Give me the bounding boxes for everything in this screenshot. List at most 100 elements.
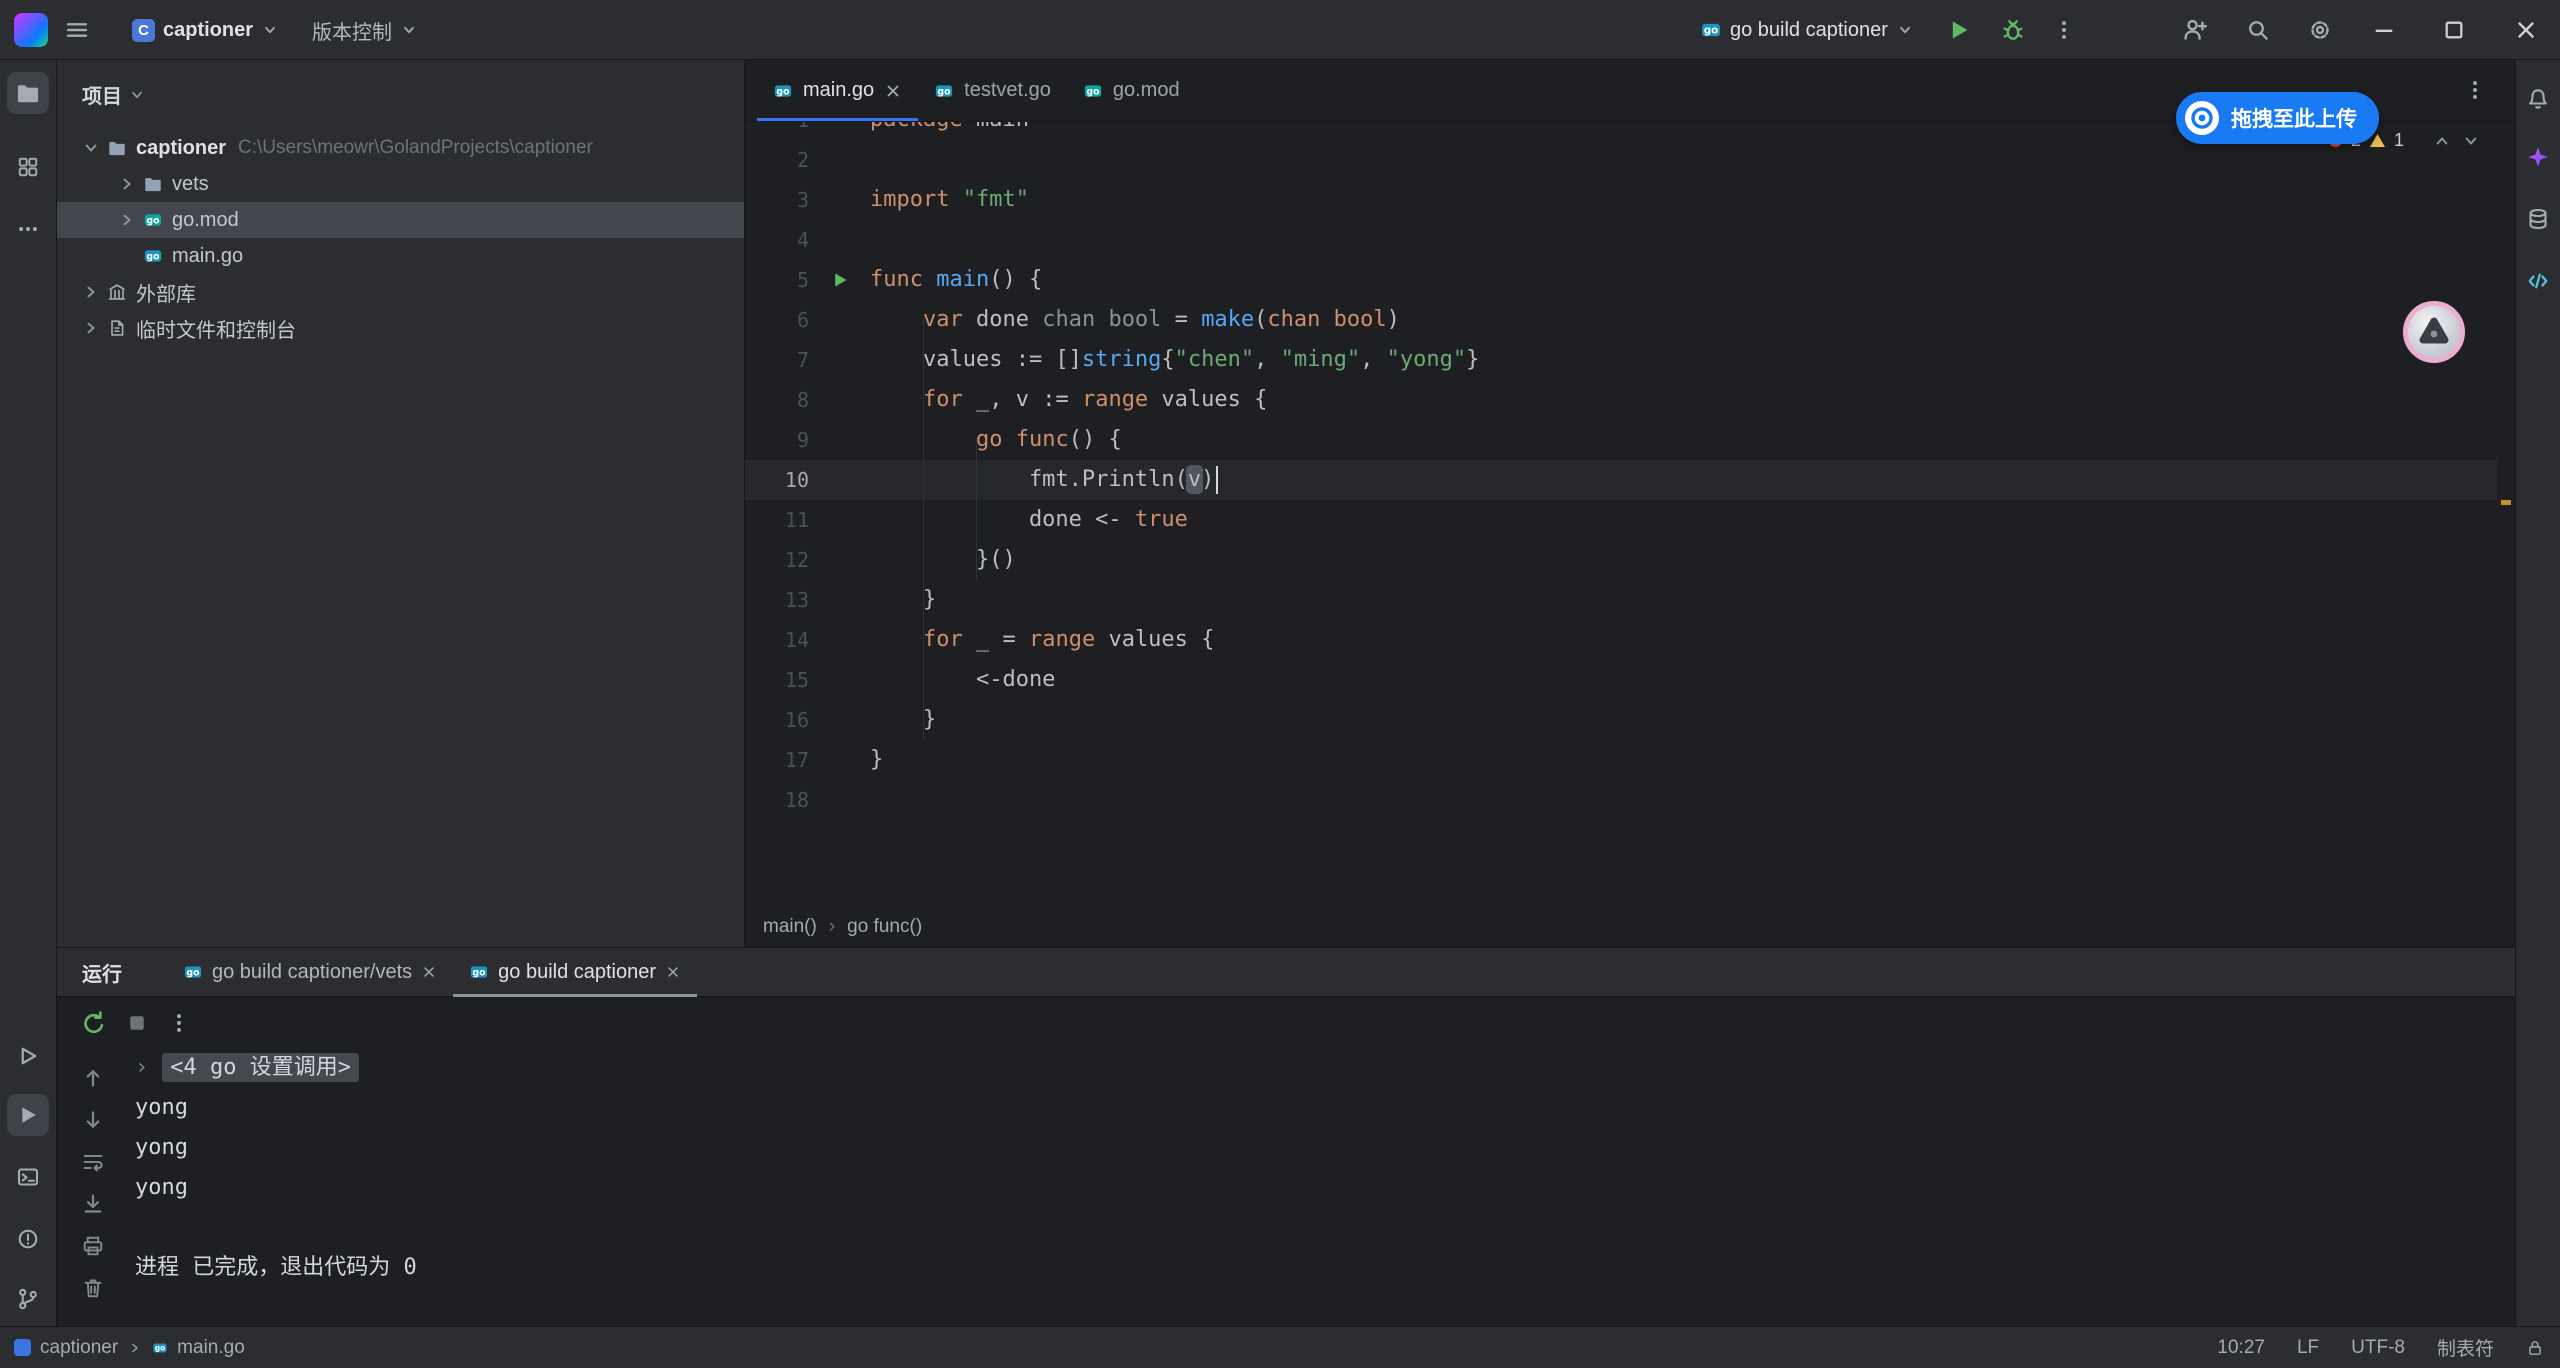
code-line-17[interactable]: 17} [745, 740, 2497, 780]
run-tab-go build captioner[interactable]: go build captioner [453, 948, 697, 997]
code-text: values := []string{"chen", "ming", "yong… [870, 340, 1479, 380]
search-everywhere-button[interactable] [2246, 12, 2270, 48]
breadcrumb-item[interactable]: go func() [847, 916, 922, 938]
code-line-13[interactable]: 13 } [745, 580, 2497, 620]
code-line-9[interactable]: 9 go func() { [745, 420, 2497, 460]
editor-tab-options-icon[interactable] [2463, 78, 2487, 102]
tab-close-icon[interactable] [665, 964, 681, 980]
code-line-8[interactable]: 8 for _, v := range values { [745, 380, 2497, 420]
project-toolbutton[interactable] [7, 72, 49, 114]
warning-stripe-mark[interactable] [2501, 500, 2511, 505]
previous-problem-icon[interactable] [2432, 131, 2452, 151]
endpoints-toolbutton[interactable] [2519, 260, 2557, 302]
clear-console-button[interactable] [81, 1276, 105, 1300]
code-line-5[interactable]: 5func main() { [745, 260, 2497, 300]
notifications-button[interactable] [2519, 78, 2557, 120]
tree-item-scratches[interactable]: 临时文件和控制台 [57, 310, 744, 346]
project-panel-header[interactable]: 项目 [82, 80, 146, 109]
code-line-3[interactable]: 3import "fmt" [745, 180, 2497, 220]
status-breadcrumb[interactable]: captioner main.go [14, 1337, 245, 1359]
rerun-button[interactable] [81, 1010, 107, 1036]
chevron-right-icon[interactable] [81, 282, 101, 302]
code-line-10[interactable]: 10 fmt.Println(v) [745, 460, 2497, 500]
code-line-2[interactable]: 2 [745, 140, 2497, 180]
next-problem-icon[interactable] [2461, 131, 2481, 151]
code-line-6[interactable]: 6 var done chan bool = make(chan bool) [745, 300, 2497, 340]
fold-toggle-icon[interactable]: › [135, 1055, 148, 1080]
maximize-button[interactable] [2441, 17, 2467, 43]
tree-item-main-go[interactable]: main.go [57, 238, 744, 274]
editor-tab-go.mod[interactable]: go.mod [1067, 60, 1196, 121]
code-line-12[interactable]: 12 }() [745, 540, 2497, 580]
project-widget[interactable]: C captioner [132, 12, 279, 48]
status-segment[interactable]: 10:27 [2217, 1337, 2265, 1359]
code-line-14[interactable]: 14 for _ = range values { [745, 620, 2497, 660]
console-line [135, 1208, 2495, 1248]
scroll-to-end-button[interactable] [81, 1192, 105, 1216]
library-icon [107, 282, 127, 302]
editor-scrollbar[interactable] [2501, 122, 2511, 906]
go-file-icon [934, 81, 954, 101]
breadcrumb-item[interactable]: main() [763, 916, 817, 938]
services-toolbutton[interactable] [7, 1035, 49, 1077]
run-console[interactable]: ›<4 go 设置调用>yongyongyong进程 已完成，退出代码为 0 [135, 1048, 2495, 1288]
run-tab-go build captioner/vets[interactable]: go build captioner/vets [167, 948, 453, 997]
tab-close-icon[interactable] [884, 82, 902, 100]
code-line-18[interactable]: 18 [745, 780, 2497, 820]
tree-item-go-mod[interactable]: go.mod [57, 202, 744, 238]
terminal-toolbutton[interactable] [7, 1156, 49, 1198]
vcs-widget[interactable]: 版本控制 [312, 12, 418, 48]
tree-item-external-libraries[interactable]: 外部库 [57, 274, 744, 310]
run-toolbutton[interactable] [7, 1094, 49, 1136]
run-gutter-icon[interactable] [830, 270, 850, 290]
status-segment[interactable]: UTF-8 [2351, 1337, 2405, 1359]
database-toolbutton[interactable] [2519, 198, 2557, 240]
status-segment[interactable]: LF [2297, 1337, 2319, 1359]
debug-button[interactable] [2000, 12, 2026, 48]
gomod-icon [143, 210, 163, 230]
version-control-toolbutton[interactable] [7, 1278, 49, 1320]
chevron-right-icon[interactable] [81, 318, 101, 338]
tree-item-vets[interactable]: vets [57, 166, 744, 202]
close-button[interactable] [2513, 17, 2539, 43]
settings-button[interactable] [2308, 12, 2332, 48]
stop-button[interactable] [125, 1011, 149, 1035]
chevron-right-icon[interactable] [117, 210, 137, 230]
minimize-button[interactable] [2371, 17, 2397, 43]
ai-assistant-toolbutton[interactable] [2519, 136, 2557, 178]
more-toolwindows-button[interactable] [7, 208, 49, 250]
tree-item-label: vets [172, 173, 209, 196]
line-number: 5 [745, 268, 809, 292]
code-line-15[interactable]: 15 <-done [745, 660, 2497, 700]
main-menu-button[interactable] [64, 12, 90, 48]
more-actions-button[interactable] [2052, 12, 2076, 48]
tab-close-icon[interactable] [421, 964, 437, 980]
code-editor[interactable]: 1package main23import "fmt"45func main()… [745, 122, 2497, 906]
problems-toolbutton[interactable] [7, 1218, 49, 1260]
go-file-icon [773, 81, 793, 101]
print-button[interactable] [81, 1234, 105, 1258]
code-line-16[interactable]: 16 } [745, 700, 2497, 740]
chevron-down-icon[interactable] [81, 138, 101, 158]
code-line-4[interactable]: 4 [745, 220, 2497, 260]
upload-overlay-button[interactable]: 拖拽至此上传 [2176, 92, 2379, 144]
more-options-icon[interactable] [167, 1011, 191, 1035]
editor-tab-testvet.go[interactable]: testvet.go [918, 60, 1067, 121]
down-stack-trace-button[interactable] [81, 1108, 105, 1132]
soft-wrap-button[interactable] [81, 1150, 105, 1174]
structure-toolbutton[interactable] [7, 146, 49, 188]
run-config-widget[interactable]: go build captioner [1700, 12, 1914, 48]
lock-icon[interactable] [2526, 1339, 2544, 1357]
code-with-me-button[interactable] [2182, 12, 2208, 48]
floating-assistant-ball[interactable] [2402, 300, 2466, 364]
warning-count: 1 [2394, 130, 2404, 151]
up-stack-trace-button[interactable] [81, 1066, 105, 1090]
chevron-right-icon[interactable] [117, 174, 137, 194]
code-line-7[interactable]: 7 values := []string{"chen", "ming", "yo… [745, 340, 2497, 380]
status-segment[interactable]: 制表符 [2437, 1334, 2494, 1361]
editor-tab-main.go[interactable]: main.go [757, 60, 918, 121]
tree-item-captioner-root[interactable]: captionerC:\Users\meowr\GolandProjects\c… [57, 130, 744, 166]
run-button[interactable] [1946, 12, 1972, 48]
status-project-label: captioner [40, 1337, 118, 1359]
code-line-11[interactable]: 11 done <- true [745, 500, 2497, 540]
